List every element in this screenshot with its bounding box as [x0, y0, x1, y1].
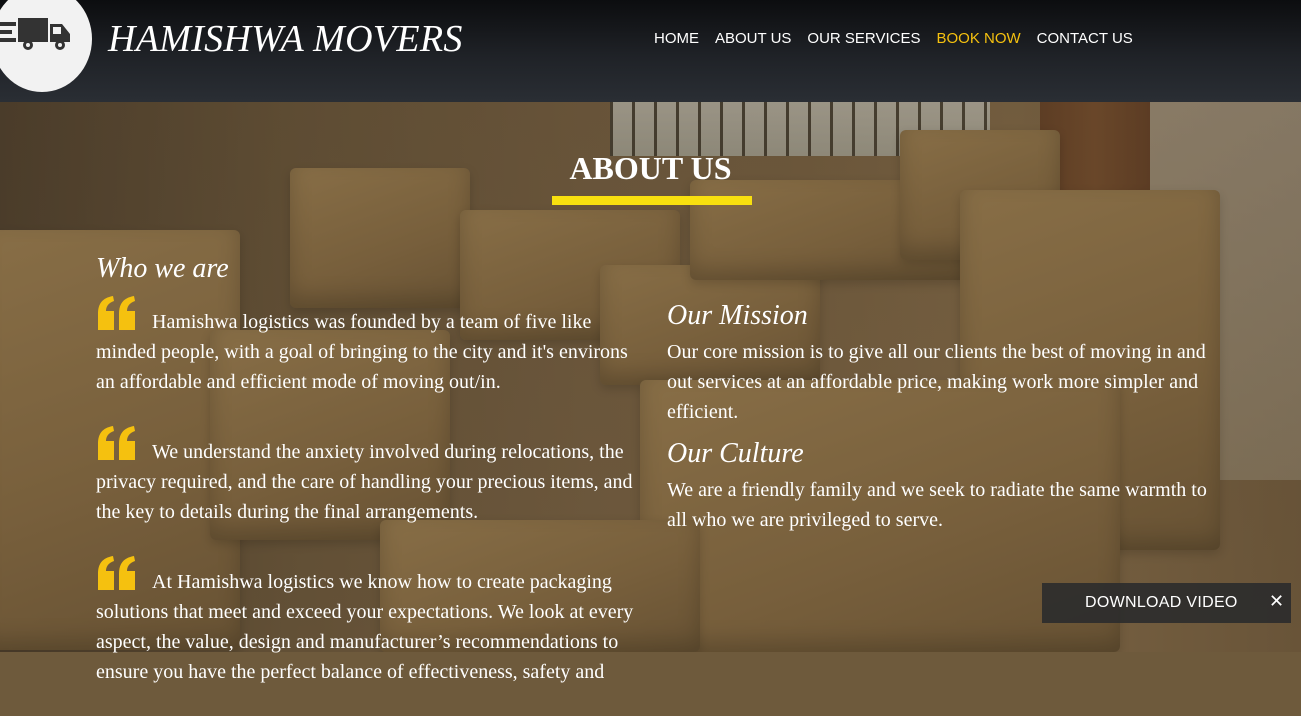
who-we-are-heading: Who we are	[96, 253, 229, 284]
culture-heading: Our Culture	[667, 438, 804, 469]
who-we-are-column: Who we are Hamishwa logistics was founde…	[96, 252, 641, 716]
nav-home[interactable]: HOME	[654, 30, 699, 47]
main-nav: HOME ABOUT US OUR SERVICES BOOK NOW CONT…	[654, 30, 1133, 47]
quote-text: We understand the anxiety involved durin…	[96, 441, 633, 523]
site-title[interactable]: HAMISHWA MOVERS	[108, 17, 463, 61]
mission-heading: Our Mission	[667, 300, 808, 331]
nav-about-us[interactable]: ABOUT US	[715, 30, 791, 47]
mission-text: Our core mission is to give all our clie…	[667, 341, 1206, 423]
download-video-button[interactable]: DOWNLOAD VIDEO	[1085, 594, 1238, 612]
quote-block: Hamishwa logistics was founded by a team…	[96, 296, 641, 397]
nav-our-services[interactable]: OUR SERVICES	[807, 30, 920, 47]
download-video-bar: DOWNLOAD VIDEO ✕	[1042, 583, 1291, 623]
quote-text: At Hamishwa logistics we know how to cre…	[96, 571, 634, 683]
quote-block: At Hamishwa logistics we know how to cre…	[96, 556, 641, 687]
section-title: ABOUT US	[569, 150, 732, 186]
mission-culture-column: Our Mission Our core mission is to give …	[667, 299, 1227, 545]
truck-icon	[0, 18, 70, 50]
close-icon[interactable]: ✕	[1269, 591, 1284, 612]
culture-text: We are a friendly family and we seek to …	[667, 479, 1207, 531]
quote-text: Hamishwa logistics was founded by a team…	[96, 311, 628, 393]
quote-icon	[98, 556, 135, 590]
site-header: HAMISHWA MOVERS HOME ABOUT US OUR SERVIC…	[0, 0, 1301, 102]
quote-block: We understand the anxiety involved durin…	[96, 426, 641, 527]
quote-icon	[98, 296, 135, 330]
quote-icon	[98, 426, 135, 460]
logo[interactable]	[0, 0, 92, 92]
title-underline	[552, 196, 752, 205]
nav-contact-us[interactable]: CONTACT US	[1037, 30, 1133, 47]
nav-book-now[interactable]: BOOK NOW	[937, 30, 1021, 47]
